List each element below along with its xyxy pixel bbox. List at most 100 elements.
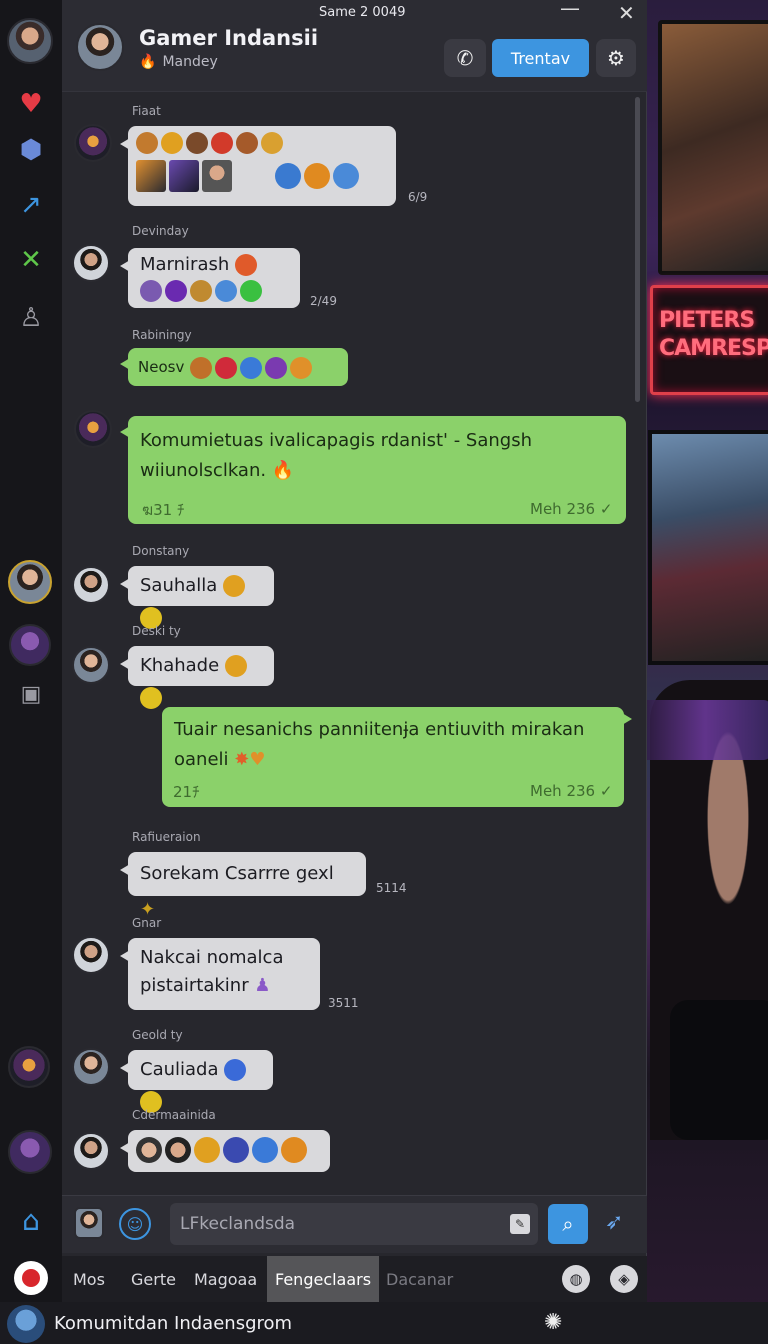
message-bubble[interactable]: Sorekam Csarrre gexl ✦ [120, 852, 366, 920]
emoji-icon [215, 280, 237, 302]
server-avatar-2[interactable] [9, 624, 51, 666]
heart-icon[interactable]: ♥ [9, 82, 53, 126]
game-thumbnail[interactable] [169, 160, 199, 192]
emoji-icon [140, 280, 162, 302]
message-text: Cauliada [140, 1059, 219, 1080]
game-thumbnail[interactable] [136, 160, 166, 192]
message-avatar[interactable] [72, 566, 110, 604]
message-text: Sorekam Csarrre gexl [140, 863, 334, 884]
emoji-icon [190, 356, 213, 379]
message-input[interactable] [170, 1203, 538, 1245]
tab-fengeclaars[interactable]: Fengeclaars [267, 1256, 380, 1302]
emoji-icon [240, 356, 263, 379]
chat-avatar[interactable] [76, 23, 124, 71]
chat-subtitle-text: Mandey [162, 54, 218, 70]
profile-icon[interactable]: ♙ [9, 296, 53, 340]
message-time: 3511 [328, 996, 359, 1010]
emoji-icon [140, 687, 162, 709]
link-icon[interactable]: ↗ [9, 183, 53, 227]
message-avatar[interactable] [74, 124, 112, 162]
server-avatar-4[interactable] [8, 1130, 52, 1174]
message-time: Meh 236 ✓ [530, 500, 613, 518]
message-time: 6/9 [408, 190, 428, 204]
message-avatar[interactable] [72, 1048, 110, 1086]
send-button[interactable]: ➶ [605, 1210, 623, 1235]
message-bubble[interactable]: Cauliada [120, 1050, 273, 1113]
message-avatar[interactable] [72, 936, 110, 974]
background-gaming-scene: PIETERS CAMRESPR [640, 0, 768, 1344]
message-avatar[interactable] [74, 410, 112, 448]
emoji-icon [281, 1137, 307, 1163]
user-avatar[interactable] [7, 18, 53, 64]
message-text: Neosv [138, 358, 185, 376]
close-icon[interactable]: ✕ [9, 238, 53, 282]
message-composer: ☺ ✎ ⌕ ➶ [62, 1195, 647, 1253]
message-bubble[interactable]: Khahade [120, 646, 274, 709]
emoji-icon: ☺ [126, 1214, 144, 1234]
cube-icon[interactable]: ⬢ [9, 128, 53, 172]
composer-avatar[interactable] [74, 1207, 104, 1239]
chat-subtitle: 🔥 Mandey [139, 54, 218, 70]
attach-button[interactable]: ✎ [510, 1214, 530, 1234]
close-button[interactable]: ✕ [618, 1, 635, 25]
home-icon[interactable]: ⌂ [9, 1198, 53, 1242]
message-avatar[interactable] [72, 244, 110, 282]
media-message[interactable] [120, 126, 396, 206]
tab-mos[interactable]: Mos [73, 1256, 105, 1302]
primary-action-button[interactable]: Trentav [492, 39, 589, 77]
emoji-icon [261, 132, 283, 154]
tab-gerte[interactable]: Gerte [131, 1256, 176, 1302]
gamepad-icon[interactable]: ▣ [9, 672, 53, 716]
emoji-icon [190, 280, 212, 302]
community-logo[interactable] [7, 1305, 45, 1343]
emoji-button[interactable]: ☺ [119, 1208, 151, 1240]
message-sender: Cdermaainida [132, 1108, 216, 1122]
message-sender: Devinday [132, 224, 189, 238]
message-bubble[interactable]: Sauhalla [120, 566, 274, 629]
monitor-image-2 [648, 430, 768, 665]
server-avatar-3[interactable] [8, 1046, 50, 1088]
emoji-icon [235, 254, 258, 276]
message-bubble[interactable] [120, 1130, 330, 1172]
emoji-icon [224, 655, 247, 677]
user-icon: ♟ [254, 975, 271, 996]
bottom-tabs: Mos Gerte Magoaa Fengeclaars Dacanar ◍ ◈ [62, 1256, 647, 1302]
chat-panel: Same 2 0049 — ✕ Gamer Indansii 🔥 Mandey ✆… [62, 0, 647, 1300]
minimize-button[interactable]: — [560, 0, 580, 20]
message-sender: Geold ty [132, 1028, 183, 1042]
map-icon-glyph: ◈ [618, 1270, 630, 1288]
settings-button[interactable]: ⚙ [596, 39, 636, 77]
message-sender: Gnar [132, 916, 162, 930]
message-bubble[interactable]: Neosv [120, 348, 348, 386]
message-time: Meh 236 ✓ [530, 782, 613, 800]
server-avatar-1[interactable] [8, 560, 52, 604]
emoji-icon [223, 1137, 249, 1163]
neon-line-1: PIETERS [659, 308, 755, 333]
emoji-icon [194, 1137, 220, 1163]
search-button[interactable]: ⌕ [548, 1204, 588, 1244]
sparkle-icon: ✸ [234, 749, 250, 770]
message-sender: Rabiningy [132, 328, 192, 342]
message-avatar[interactable] [72, 646, 110, 684]
game-thumbnail[interactable] [202, 160, 232, 192]
globe-icon[interactable]: ◍ [562, 1265, 590, 1293]
message-avatar[interactable] [72, 1132, 110, 1170]
thumbnail-row [136, 160, 388, 192]
chat-header: Same 2 0049 — ✕ Gamer Indansii 🔥 Mandey ✆… [62, 0, 647, 92]
message-meta: ฆ31 ﾁ [142, 501, 185, 519]
tab-dacanar[interactable]: Dacanar [386, 1256, 453, 1302]
neon-sign: PIETERS CAMRESPR [650, 285, 768, 395]
emoji-icon [136, 1137, 162, 1163]
message-text: Komumietuas ivalicapagis rdanist' - Sang… [140, 430, 533, 481]
record-icon[interactable] [9, 1256, 53, 1300]
message-bubble[interactable]: Marnirash [120, 248, 300, 308]
tab-magoaa[interactable]: Magoaa [194, 1256, 257, 1302]
emoji-icon [161, 132, 183, 154]
emoji-icon [186, 132, 208, 154]
map-icon[interactable]: ◈ [610, 1265, 638, 1293]
heart-icon: ♥ [249, 749, 266, 770]
scrollbar[interactable] [635, 97, 640, 402]
message-bubble[interactable]: Nakcai nomalca pistairtakinr ♟ [120, 938, 320, 1010]
call-button[interactable]: ✆ [444, 39, 486, 77]
settings-icon[interactable]: ✺ [544, 1310, 562, 1335]
